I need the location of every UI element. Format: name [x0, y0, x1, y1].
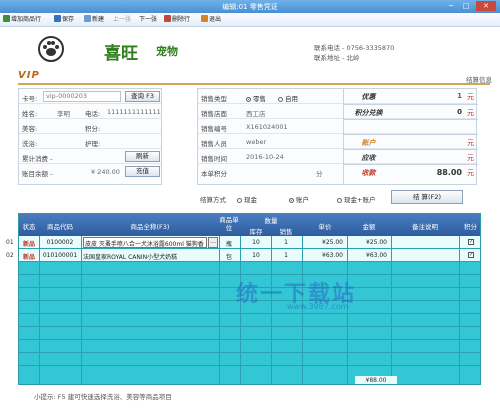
contact-address: 联系地址 - 北岭 — [314, 54, 360, 62]
empty-row[interactable] — [19, 314, 480, 327]
window-title: 编辑:01 零售凭证 — [222, 3, 278, 11]
accum-row: 累计消费 - 刷新 — [19, 149, 161, 164]
member-phone: 1111111111111 — [107, 108, 161, 116]
empty-row[interactable] — [19, 262, 480, 275]
save-icon — [54, 15, 61, 22]
receivable-field: 应收 元 — [343, 149, 478, 164]
brand-name: 喜旺 — [104, 44, 138, 64]
refresh-button[interactable]: 刷新 — [125, 151, 160, 162]
table-row[interactable]: 新品 010100001 法国皇家ROYAL CANIN小型犬奶糕 包 10 1… — [19, 249, 480, 262]
empty-row[interactable] — [19, 353, 480, 366]
grid-header: 状态 商品代码 商品全称(F3) 商品单位 数量 库存 销售 单价 金额 备注说… — [19, 214, 480, 236]
empty-row[interactable] — [19, 327, 480, 340]
header-divider — [18, 83, 490, 85]
empty-row[interactable] — [19, 340, 480, 353]
table-row[interactable]: 新品 0100002 皮皮 灭蚤手喷八合一犬沐浴露600ml 猫狗香 … 瓶 1… — [19, 236, 480, 249]
bath-row: 洗浴: 护理: — [19, 134, 161, 149]
store-value: 西工店 — [246, 110, 266, 118]
type-retail-radio[interactable]: 零售 — [246, 93, 266, 103]
product-picker-button[interactable]: … — [208, 237, 218, 248]
hint-text: 小提示: F5 建可快速选择洗浴、美容等商品项目 — [34, 393, 172, 401]
balance-row: 账目余额 - ¥ 240.00 充值 — [19, 164, 161, 179]
received-field: 收款 88.00 元 — [343, 164, 478, 185]
minimize-button[interactable]: ─ — [444, 1, 458, 11]
contact-phone: 联系电话 - 0756-3335870 — [314, 44, 395, 52]
grid-total: ¥88.00 — [355, 376, 397, 384]
type-self-radio[interactable]: 自用 — [278, 93, 298, 103]
card-number-input[interactable]: vip-0000203 — [43, 91, 121, 102]
maximize-button[interactable]: □ — [459, 1, 473, 11]
delete-icon — [164, 15, 171, 22]
card-row: 卡号: vip-0000203 查询 F3 — [19, 89, 161, 104]
delete-row-button[interactable]: 删除行 — [164, 15, 190, 25]
points-checkbox[interactable]: ✓ — [468, 239, 474, 245]
new-doc-icon — [84, 15, 91, 22]
toolbar: 增加商品行 保存 新建 上一张 下一张 删除行 退出 — [0, 13, 500, 27]
pay-cash-radio[interactable]: 现金 — [237, 194, 257, 204]
new-button[interactable]: 新建 — [84, 15, 104, 25]
sale-panel: 销售类型 零售 自用 销售店面 西工店 销售编号 X161024001 销售人员… — [197, 88, 478, 185]
account-field: 账户 元 — [343, 134, 478, 149]
add-row-button[interactable]: 增加商品行 — [3, 15, 41, 25]
prev-button[interactable]: 上一张 — [113, 15, 131, 25]
settle-button[interactable]: 结 算(F2) — [391, 190, 463, 204]
title-bar: 编辑:01 零售凭证 ─ □ ✕ — [0, 0, 500, 13]
sale-no-value: X161024001 — [246, 123, 288, 131]
spacer-field — [343, 119, 478, 134]
row-number: 02 — [6, 252, 14, 259]
beauty-row: 美容: 积分: — [19, 119, 161, 134]
exit-button[interactable]: 退出 — [201, 15, 221, 25]
brand-subtitle: 宠物 — [156, 45, 178, 58]
sale-time-value: 2016-10-24 — [246, 153, 284, 161]
points-exchange-field: 积分兑换 0 元 — [343, 104, 478, 119]
add-icon — [3, 15, 10, 22]
pay-mixed-radio[interactable]: 现金+账户 — [337, 194, 375, 204]
next-button[interactable]: 下一张 — [139, 15, 157, 25]
vip-label: VIP — [18, 70, 40, 81]
payment-row: 结算方式 现金 账户 现金+账户 结 算(F2) — [197, 189, 477, 205]
balance-value: ¥ 240.00 — [91, 168, 120, 176]
product-name-input[interactable]: 皮皮 灭蚤手喷八合一犬沐浴露600ml 猫狗香 — [83, 237, 207, 248]
member-panel: 卡号: vip-0000203 查询 F3 姓名: 李明 电话: 1111111… — [18, 88, 162, 185]
save-button[interactable]: 保存 — [54, 15, 74, 25]
discount-field: 优惠 1 元 — [343, 89, 478, 104]
watermark-url: www.3987.com — [287, 302, 349, 311]
name-row: 姓名: 李明 电话: 1111111111111 — [19, 104, 161, 119]
member-name: 李明 — [57, 110, 70, 118]
main-window: 编辑:01 零售凭证 ─ □ ✕ 增加商品行 保存 新建 上一张 下一张 删除行… — [0, 0, 500, 409]
pay-account-radio[interactable]: 账户 — [289, 194, 309, 204]
paw-logo-icon — [38, 36, 64, 62]
close-button[interactable]: ✕ — [476, 1, 496, 11]
points-checkbox[interactable]: ✓ — [468, 252, 474, 258]
query-button[interactable]: 查询 F3 — [125, 91, 160, 102]
recharge-button[interactable]: 充值 — [125, 166, 160, 177]
exit-icon — [201, 15, 208, 22]
receipt-header: 喜旺 宠物 联系电话 - 0756-3335870 联系地址 - 北岭 VIP … — [4, 30, 496, 85]
staff-value: weber — [246, 138, 267, 146]
row-number: 01 — [6, 239, 14, 246]
